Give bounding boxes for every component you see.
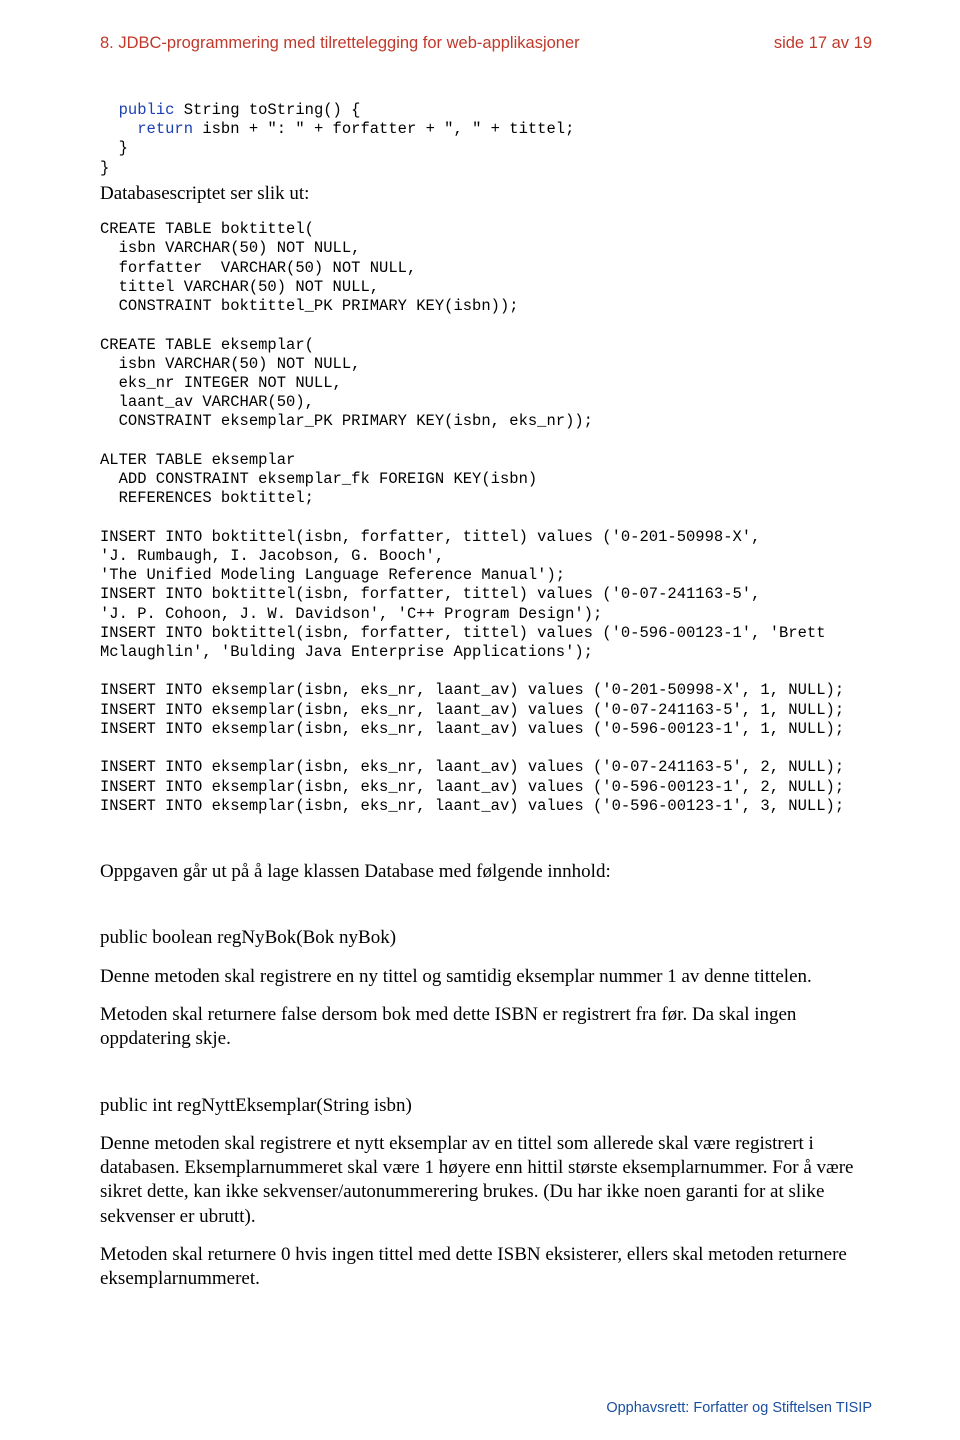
method-desc-2a: Denne metoden skal registrere et nytt ek…	[100, 1132, 872, 1229]
footer-copyright: Opphavsrett: Forfatter og Stiftelsen TIS…	[606, 1400, 872, 1416]
method-desc-1a: Denne metoden skal registrere en ny titt…	[100, 965, 872, 989]
sql-code-block: CREATE TABLE boktittel( isbn VARCHAR(50)…	[100, 220, 872, 816]
method-desc-1b: Metoden skal returnere false dersom bok …	[100, 1003, 872, 1052]
header-title: 8. JDBC-programmering med tilretteleggin…	[100, 34, 580, 53]
method-desc-2b: Metoden skal returnere 0 hvis ingen titt…	[100, 1243, 872, 1292]
code-line: public String toString() {	[100, 101, 360, 119]
method-signature-1: public boolean regNyBok(Bok nyBok)	[100, 926, 872, 950]
code-line: }	[100, 159, 109, 177]
header-page-number: side 17 av 19	[774, 34, 872, 53]
method-signature-2: public int regNyttEksemplar(String isbn)	[100, 1094, 872, 1118]
java-code-block: public String toString() { return isbn +…	[100, 101, 872, 178]
page-header: 8. JDBC-programmering med tilretteleggin…	[100, 34, 872, 53]
code-line: }	[100, 139, 128, 157]
page: 8. JDBC-programmering med tilretteleggin…	[0, 0, 960, 1440]
task-intro: Oppgaven går ut på å lage klassen Databa…	[100, 860, 872, 884]
intro-line: Databasescriptet ser slik ut:	[100, 182, 872, 206]
code-line: return isbn + ": " + forfatter + ", " + …	[100, 120, 574, 138]
